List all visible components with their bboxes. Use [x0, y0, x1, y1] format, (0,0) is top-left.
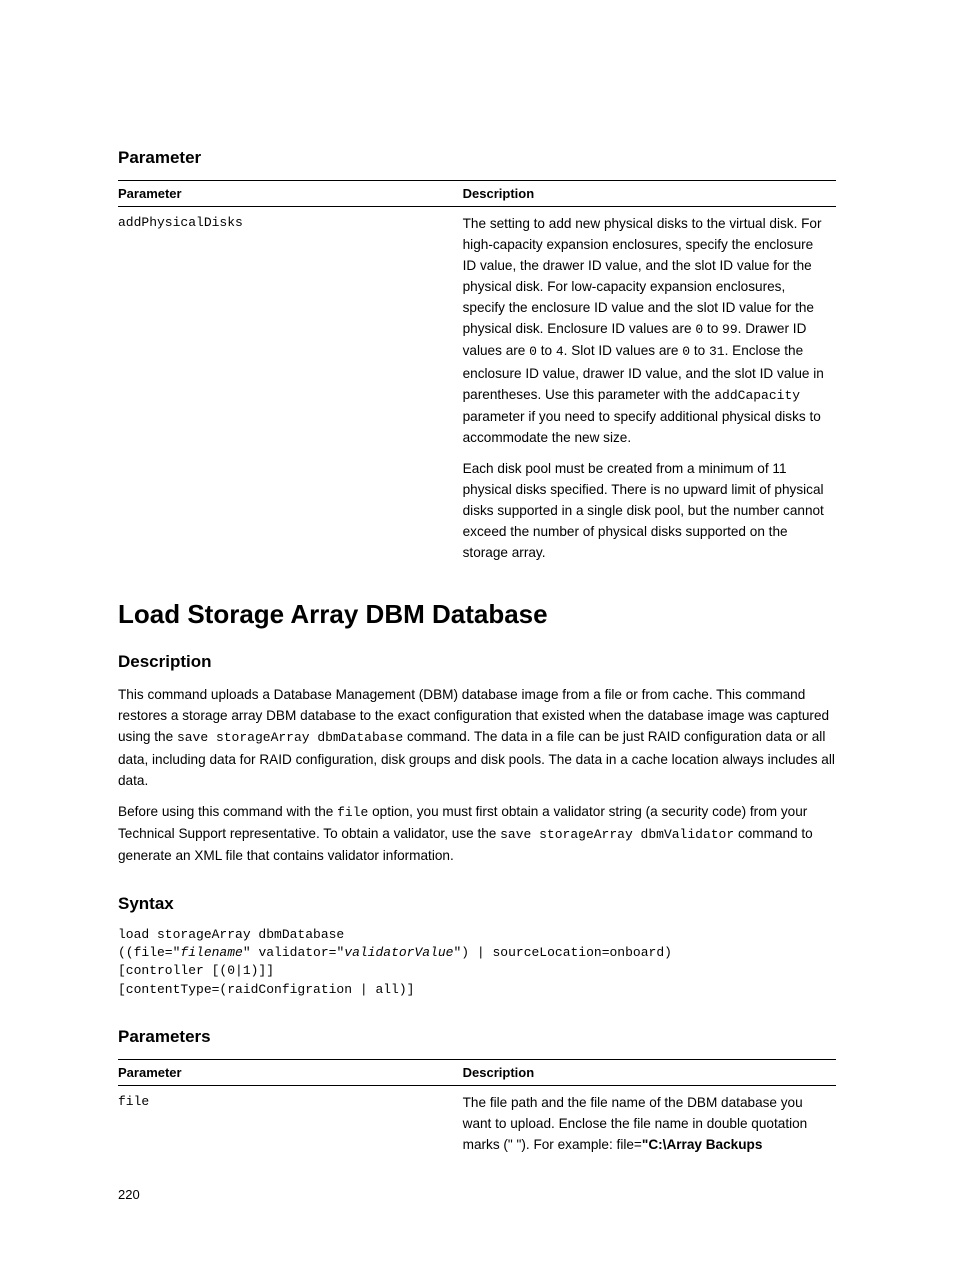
- parameter-heading: Parameter: [118, 148, 836, 168]
- col-description: Description: [463, 181, 836, 207]
- description-paragraph-1: This command uploads a Database Manageme…: [118, 684, 836, 790]
- col-description: Description: [463, 1059, 836, 1085]
- page-number: 220: [118, 1187, 140, 1202]
- parameters-table-2: Parameter Description file The file path…: [118, 1059, 836, 1161]
- parameters-heading: Parameters: [118, 1027, 836, 1047]
- param-name: addPhysicalDisks: [118, 207, 463, 572]
- description-paragraph-2: Before using this command with the file …: [118, 801, 836, 866]
- param-name: file: [118, 1085, 463, 1161]
- col-parameter: Parameter: [118, 181, 463, 207]
- description-heading: Description: [118, 652, 836, 672]
- syntax-code: load storageArray dbmDatabase ((file="fi…: [118, 926, 836, 999]
- page: Parameter Parameter Description addPhysi…: [0, 0, 954, 1268]
- param-desc: The file path and the file name of the D…: [463, 1085, 836, 1161]
- parameter-table-1: Parameter Description addPhysicalDisks T…: [118, 180, 836, 571]
- col-parameter: Parameter: [118, 1059, 463, 1085]
- main-heading: Load Storage Array DBM Database: [118, 599, 836, 630]
- syntax-heading: Syntax: [118, 894, 836, 914]
- param-desc: The setting to add new physical disks to…: [463, 207, 836, 572]
- table-row: file The file path and the file name of …: [118, 1085, 836, 1161]
- desc-paragraph-1: The setting to add new physical disks to…: [463, 213, 830, 448]
- table-row: addPhysicalDisks The setting to add new …: [118, 207, 836, 572]
- desc-paragraph-2: Each disk pool must be created from a mi…: [463, 458, 830, 563]
